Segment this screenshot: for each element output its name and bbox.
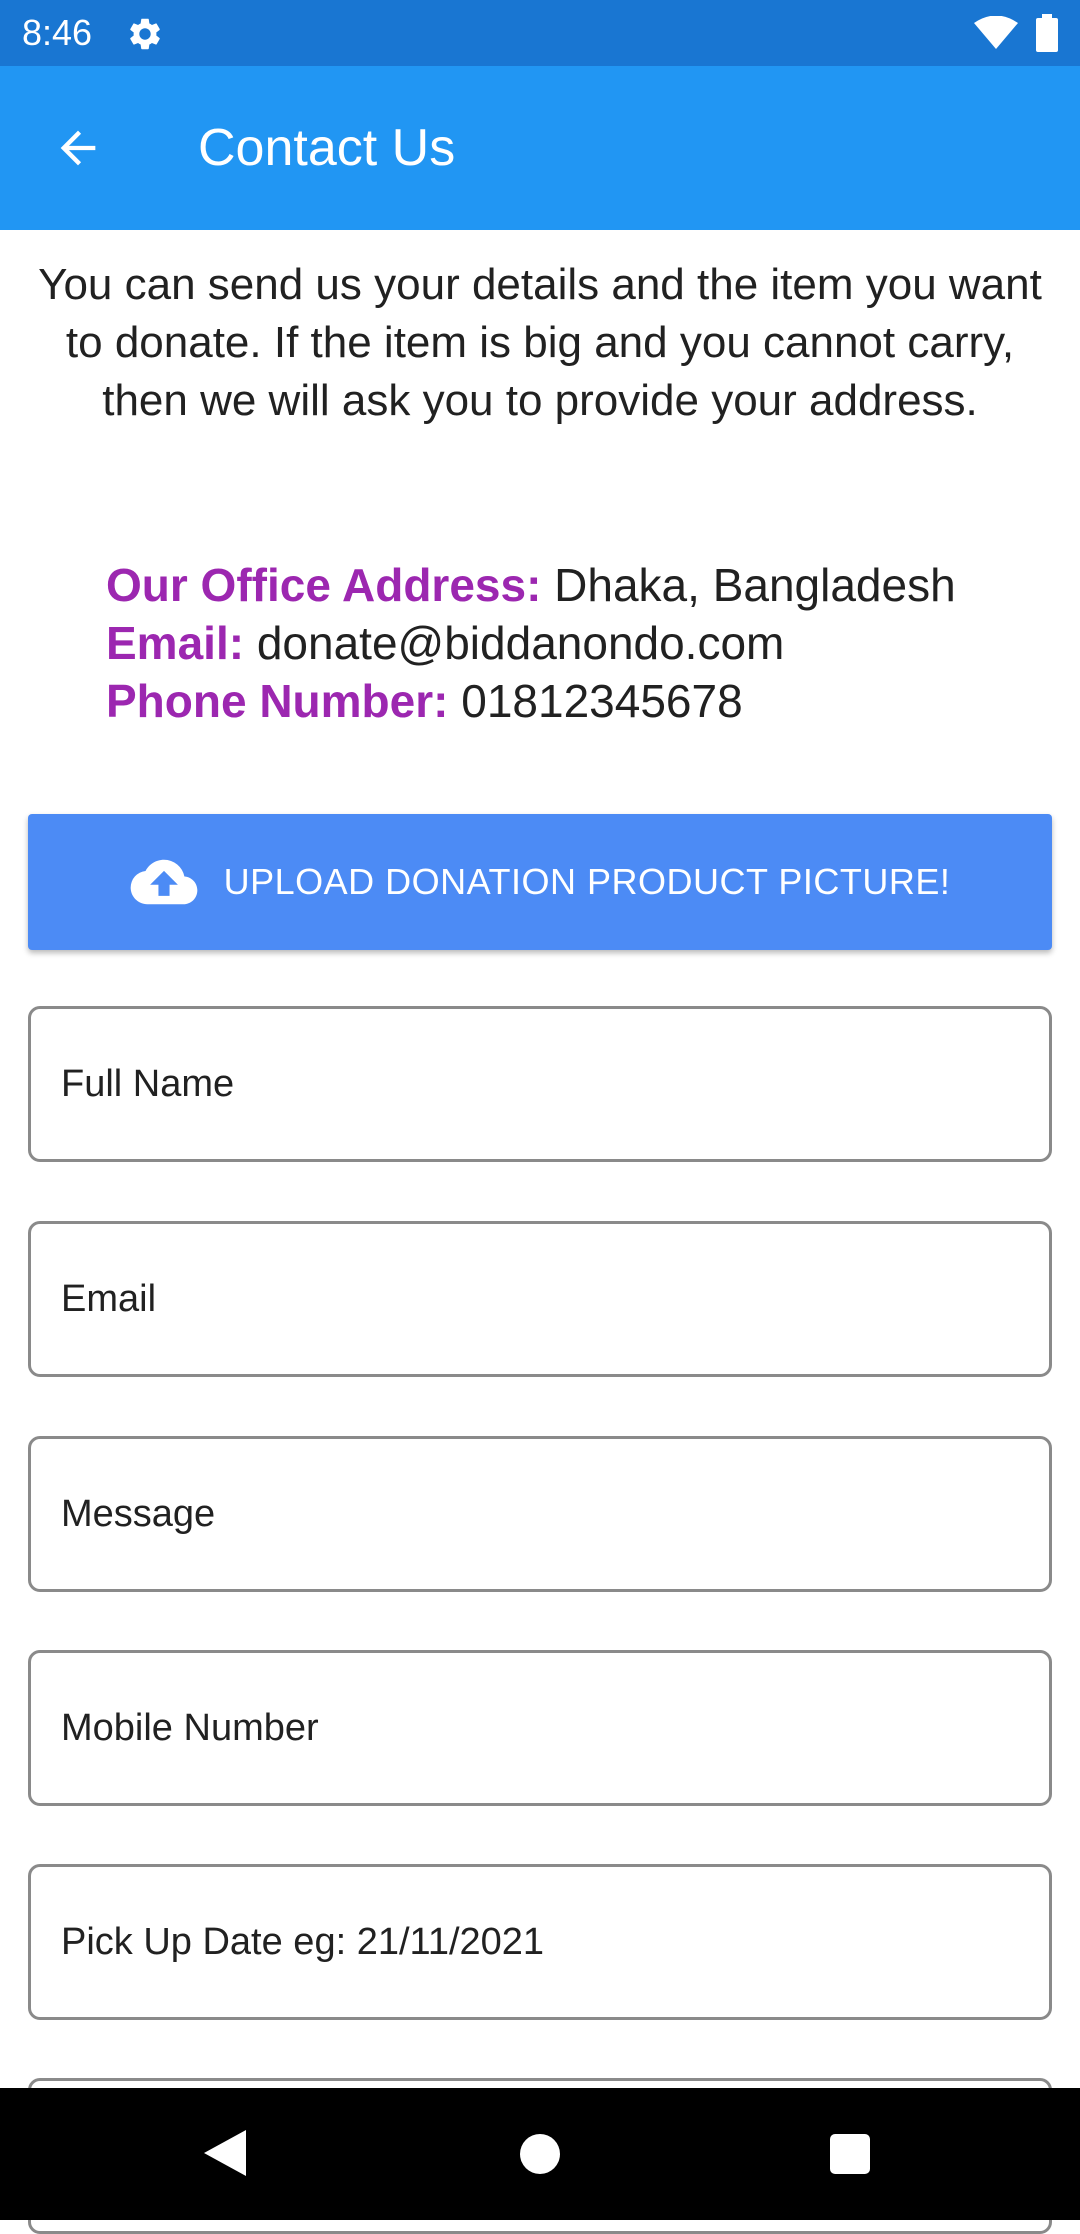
address-row: Our Office Address: Dhaka, Bangladesh [106,556,1066,614]
full-name-input[interactable] [61,1009,1021,1159]
pickup-date-field[interactable] [28,1864,1052,2020]
phone-row: Phone Number: 01812345678 [106,672,1066,730]
gear-icon [130,18,160,50]
email-input[interactable] [61,1224,1021,1374]
email-label: Email: [106,617,245,669]
address-value: Dhaka, Bangladesh [554,559,956,611]
home-circle-icon[interactable] [520,2134,560,2174]
upload-button-label: UPLOAD DONATION PRODUCT PICTURE! [223,861,951,902]
app-bar: Contact Us [0,66,1080,230]
back-triangle-icon[interactable] [202,2128,248,2178]
phone-value: 01812345678 [461,675,743,727]
email-row: Email: donate@biddanondo.com [106,614,1066,672]
back-button[interactable] [40,110,116,186]
system-nav-bar [0,2088,1080,2220]
contact-details: Our Office Address: Dhaka, Bangladesh Em… [106,556,1066,730]
full-name-field[interactable] [28,1006,1052,1162]
email-field[interactable] [28,1221,1052,1377]
status-bar: 8:46 [0,0,1080,66]
page-title: Contact Us [198,119,456,177]
pickup-date-input[interactable] [61,1867,1021,2017]
upload-picture-button[interactable]: UPLOAD DONATION PRODUCT PICTURE! [28,814,1052,950]
mobile-number-field[interactable] [28,1650,1052,1806]
wifi-icon [974,16,1018,49]
intro-text: You can send us your details and the ite… [38,260,1042,425]
message-field[interactable] [28,1436,1052,1592]
cloud-upload-icon [130,859,197,905]
status-time: 8:46 [22,12,93,53]
phone-label: Phone Number: [106,675,449,727]
battery-icon [1036,14,1058,52]
recents-square-icon[interactable] [830,2134,870,2174]
message-input[interactable] [61,1439,1021,1589]
arrow-back-icon [60,130,96,166]
email-value: donate@biddanondo.com [256,617,785,669]
address-label: Our Office Address: [106,559,542,611]
mobile-number-input[interactable] [61,1653,1021,1803]
